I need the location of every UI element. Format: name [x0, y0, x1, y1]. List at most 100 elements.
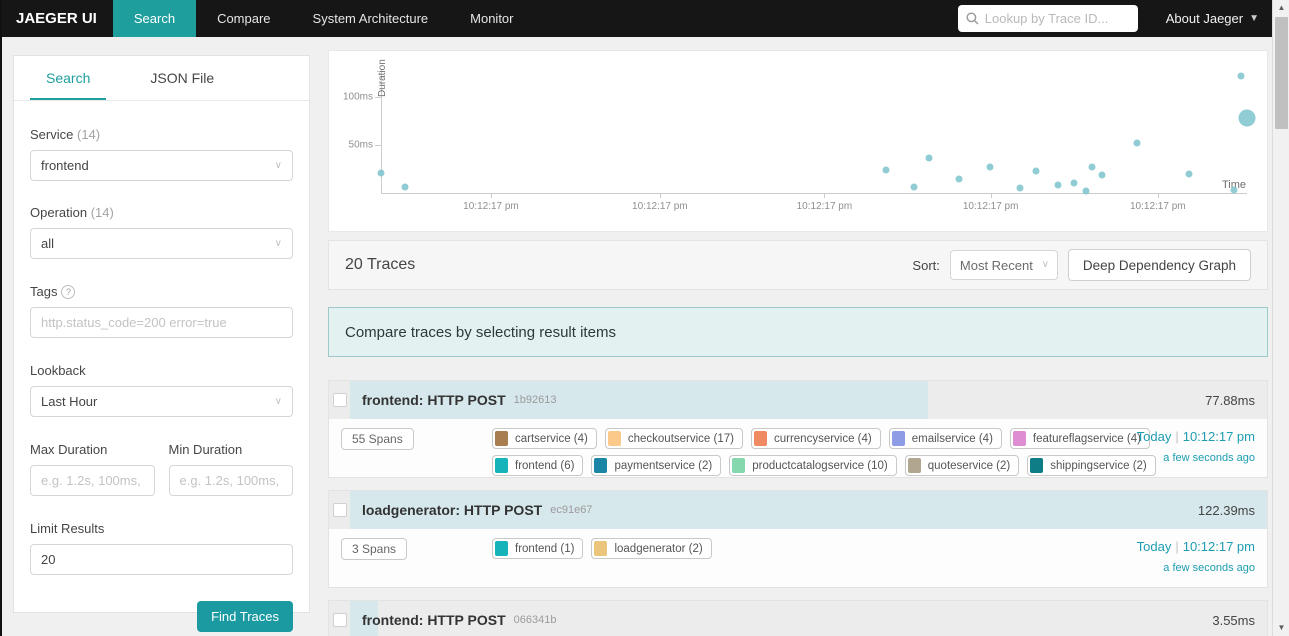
- trace-scatter-point[interactable]: [377, 169, 385, 177]
- scrollbar-thumb[interactable]: [1275, 17, 1288, 129]
- nav-menu: Search Compare System Architecture Monitor: [112, 0, 535, 37]
- tab-json-file[interactable]: JSON File: [134, 56, 230, 100]
- sort-select[interactable]: Most Recent ∨: [949, 250, 1058, 280]
- trace-scatter-point[interactable]: [986, 163, 994, 171]
- trace-date[interactable]: Today: [1137, 429, 1172, 444]
- trace-scatter-point[interactable]: [1070, 179, 1078, 187]
- service-tag-label: currencyservice (4): [773, 432, 872, 445]
- min-duration-input[interactable]: [168, 465, 293, 496]
- trace-scatter-point[interactable]: [1082, 187, 1090, 195]
- operation-select[interactable]: all ∨: [30, 228, 293, 259]
- service-tag: paymentservice (2): [591, 455, 722, 476]
- duration-scatterplot: Duration Time 100ms 50ms 10:12:17 pm 10:12:…: [328, 50, 1268, 232]
- x-tick-mark: [824, 193, 826, 198]
- trace-duration: 122.39ms: [1197, 502, 1255, 518]
- trace-checkbox-cell: [329, 601, 350, 636]
- operation-value: all: [41, 236, 55, 251]
- find-traces-button[interactable]: Find Traces: [197, 601, 293, 632]
- service-tag: frontend (6): [492, 455, 584, 476]
- trace-result-row[interactable]: frontend: HTTP POST 1b92613 77.88ms 55 S…: [328, 380, 1268, 478]
- y-tick-mark: [375, 145, 381, 146]
- sort-label: Sort:: [912, 257, 940, 273]
- trace-scatter-point[interactable]: [1238, 109, 1256, 127]
- trace-id: ec91e67: [550, 504, 593, 516]
- trace-scatter-point[interactable]: [1016, 184, 1024, 192]
- x-tick-mark: [990, 193, 992, 198]
- about-jaeger-label: About Jaeger: [1165, 11, 1244, 26]
- chevron-down-icon: ∨: [274, 237, 282, 249]
- trace-checkbox[interactable]: [332, 613, 347, 627]
- trace-scatter-point[interactable]: [882, 166, 890, 174]
- x-tick-label: 10:12:17 pm: [632, 201, 688, 212]
- min-duration-label: Min Duration: [168, 442, 243, 457]
- service-tag: frontend (1): [492, 538, 584, 559]
- service-tag-label: frontend (1): [515, 542, 575, 555]
- limit-results-label: Limit Results: [30, 521, 105, 536]
- trace-scatter-point[interactable]: [910, 183, 918, 191]
- trace-scatter-point[interactable]: [1032, 167, 1040, 175]
- trace-lookup-input[interactable]: [984, 11, 1130, 26]
- nav-item-system-architecture[interactable]: System Architecture: [292, 0, 450, 37]
- trace-scatter-point[interactable]: [1054, 181, 1062, 189]
- trace-checkbox[interactable]: [332, 393, 347, 407]
- trace-relative-time: a few seconds ago: [1163, 452, 1255, 464]
- trace-scatter-point[interactable]: [1237, 72, 1245, 80]
- service-color-chip: [1012, 431, 1026, 446]
- trace-date[interactable]: Today: [1137, 539, 1172, 554]
- lookback-label: Lookback: [30, 363, 86, 378]
- span-count-pill: 55 Spans: [341, 428, 414, 450]
- timestamp-separator: |: [1175, 429, 1179, 444]
- x-tick-label: 10:12:17 pm: [1129, 201, 1186, 212]
- trace-scatter-point[interactable]: [955, 175, 963, 183]
- y-tick-label: 50ms: [348, 139, 373, 151]
- compare-banner: Compare traces by selecting result items: [328, 307, 1268, 357]
- service-tag-label: paymentservice (2): [614, 459, 713, 472]
- trace-row-body: 3 Spans frontend (1) loadgenerator (2) To…: [329, 529, 1267, 587]
- trace-lookup-box[interactable]: [957, 5, 1138, 32]
- service-tag: emailservice (4): [888, 428, 1002, 449]
- service-select[interactable]: frontend ∨: [30, 150, 293, 181]
- nav-item-compare[interactable]: Compare: [196, 0, 291, 37]
- chevron-down-icon: ∨: [274, 159, 282, 171]
- trace-scatter-point[interactable]: [1133, 139, 1141, 147]
- help-icon[interactable]: ?: [61, 285, 76, 299]
- scroll-down-arrow[interactable]: ▼: [1273, 620, 1289, 636]
- trace-scatter-point[interactable]: [1185, 170, 1193, 178]
- search-icon: [966, 12, 979, 25]
- sort-value: Most Recent: [959, 257, 1033, 273]
- service-tag-label: quoteservice (2): [927, 459, 1011, 472]
- max-duration-label: Max Duration: [30, 442, 108, 457]
- service-color-chip: [495, 541, 508, 556]
- trace-scatter-point[interactable]: [1088, 163, 1096, 171]
- service-tags: frontend (1) loadgenerator (2): [492, 538, 1157, 559]
- trace-scatter-point[interactable]: [1098, 171, 1105, 179]
- trace-row-header: frontend: HTTP POST 066341b 3.55ms: [329, 601, 1267, 636]
- service-color-chip: [907, 458, 921, 473]
- tags-input[interactable]: [30, 307, 293, 338]
- trace-id: 066341b: [513, 614, 557, 626]
- deep-dependency-graph-button[interactable]: Deep Dependency Graph: [1067, 249, 1251, 281]
- service-color-chip: [732, 458, 746, 473]
- trace-checkbox-cell: [329, 381, 350, 419]
- vertical-scrollbar[interactable]: ▲ ▼: [1272, 0, 1289, 636]
- service-color-chip: [891, 431, 905, 446]
- trace-scatter-point[interactable]: [401, 183, 409, 191]
- trace-scatter-point[interactable]: [925, 154, 933, 162]
- trace-result-row[interactable]: frontend: HTTP POST 066341b 3.55ms: [328, 600, 1268, 636]
- lookback-select[interactable]: Last Hour ∨: [30, 386, 293, 417]
- trace-time[interactable]: 10:12:17 pm: [1183, 539, 1255, 554]
- trace-scatter-point[interactable]: [1230, 186, 1238, 194]
- lookback-value: Last Hour: [41, 394, 98, 409]
- nav-item-monitor[interactable]: Monitor: [449, 0, 534, 37]
- about-jaeger-menu[interactable]: About Jaeger ▼: [1166, 11, 1259, 26]
- x-axis: [381, 193, 1247, 194]
- chevron-down-icon: ∨: [274, 395, 282, 407]
- trace-time[interactable]: 10:12:17 pm: [1183, 429, 1255, 444]
- tab-search[interactable]: Search: [30, 56, 107, 100]
- trace-result-row[interactable]: loadgenerator: HTTP POST ec91e67 122.39m…: [328, 490, 1268, 588]
- max-duration-input[interactable]: [30, 465, 155, 496]
- scroll-up-arrow[interactable]: ▲: [1273, 0, 1289, 16]
- nav-item-search[interactable]: Search: [112, 0, 197, 37]
- trace-checkbox[interactable]: [332, 503, 347, 517]
- limit-results-input[interactable]: [30, 544, 293, 575]
